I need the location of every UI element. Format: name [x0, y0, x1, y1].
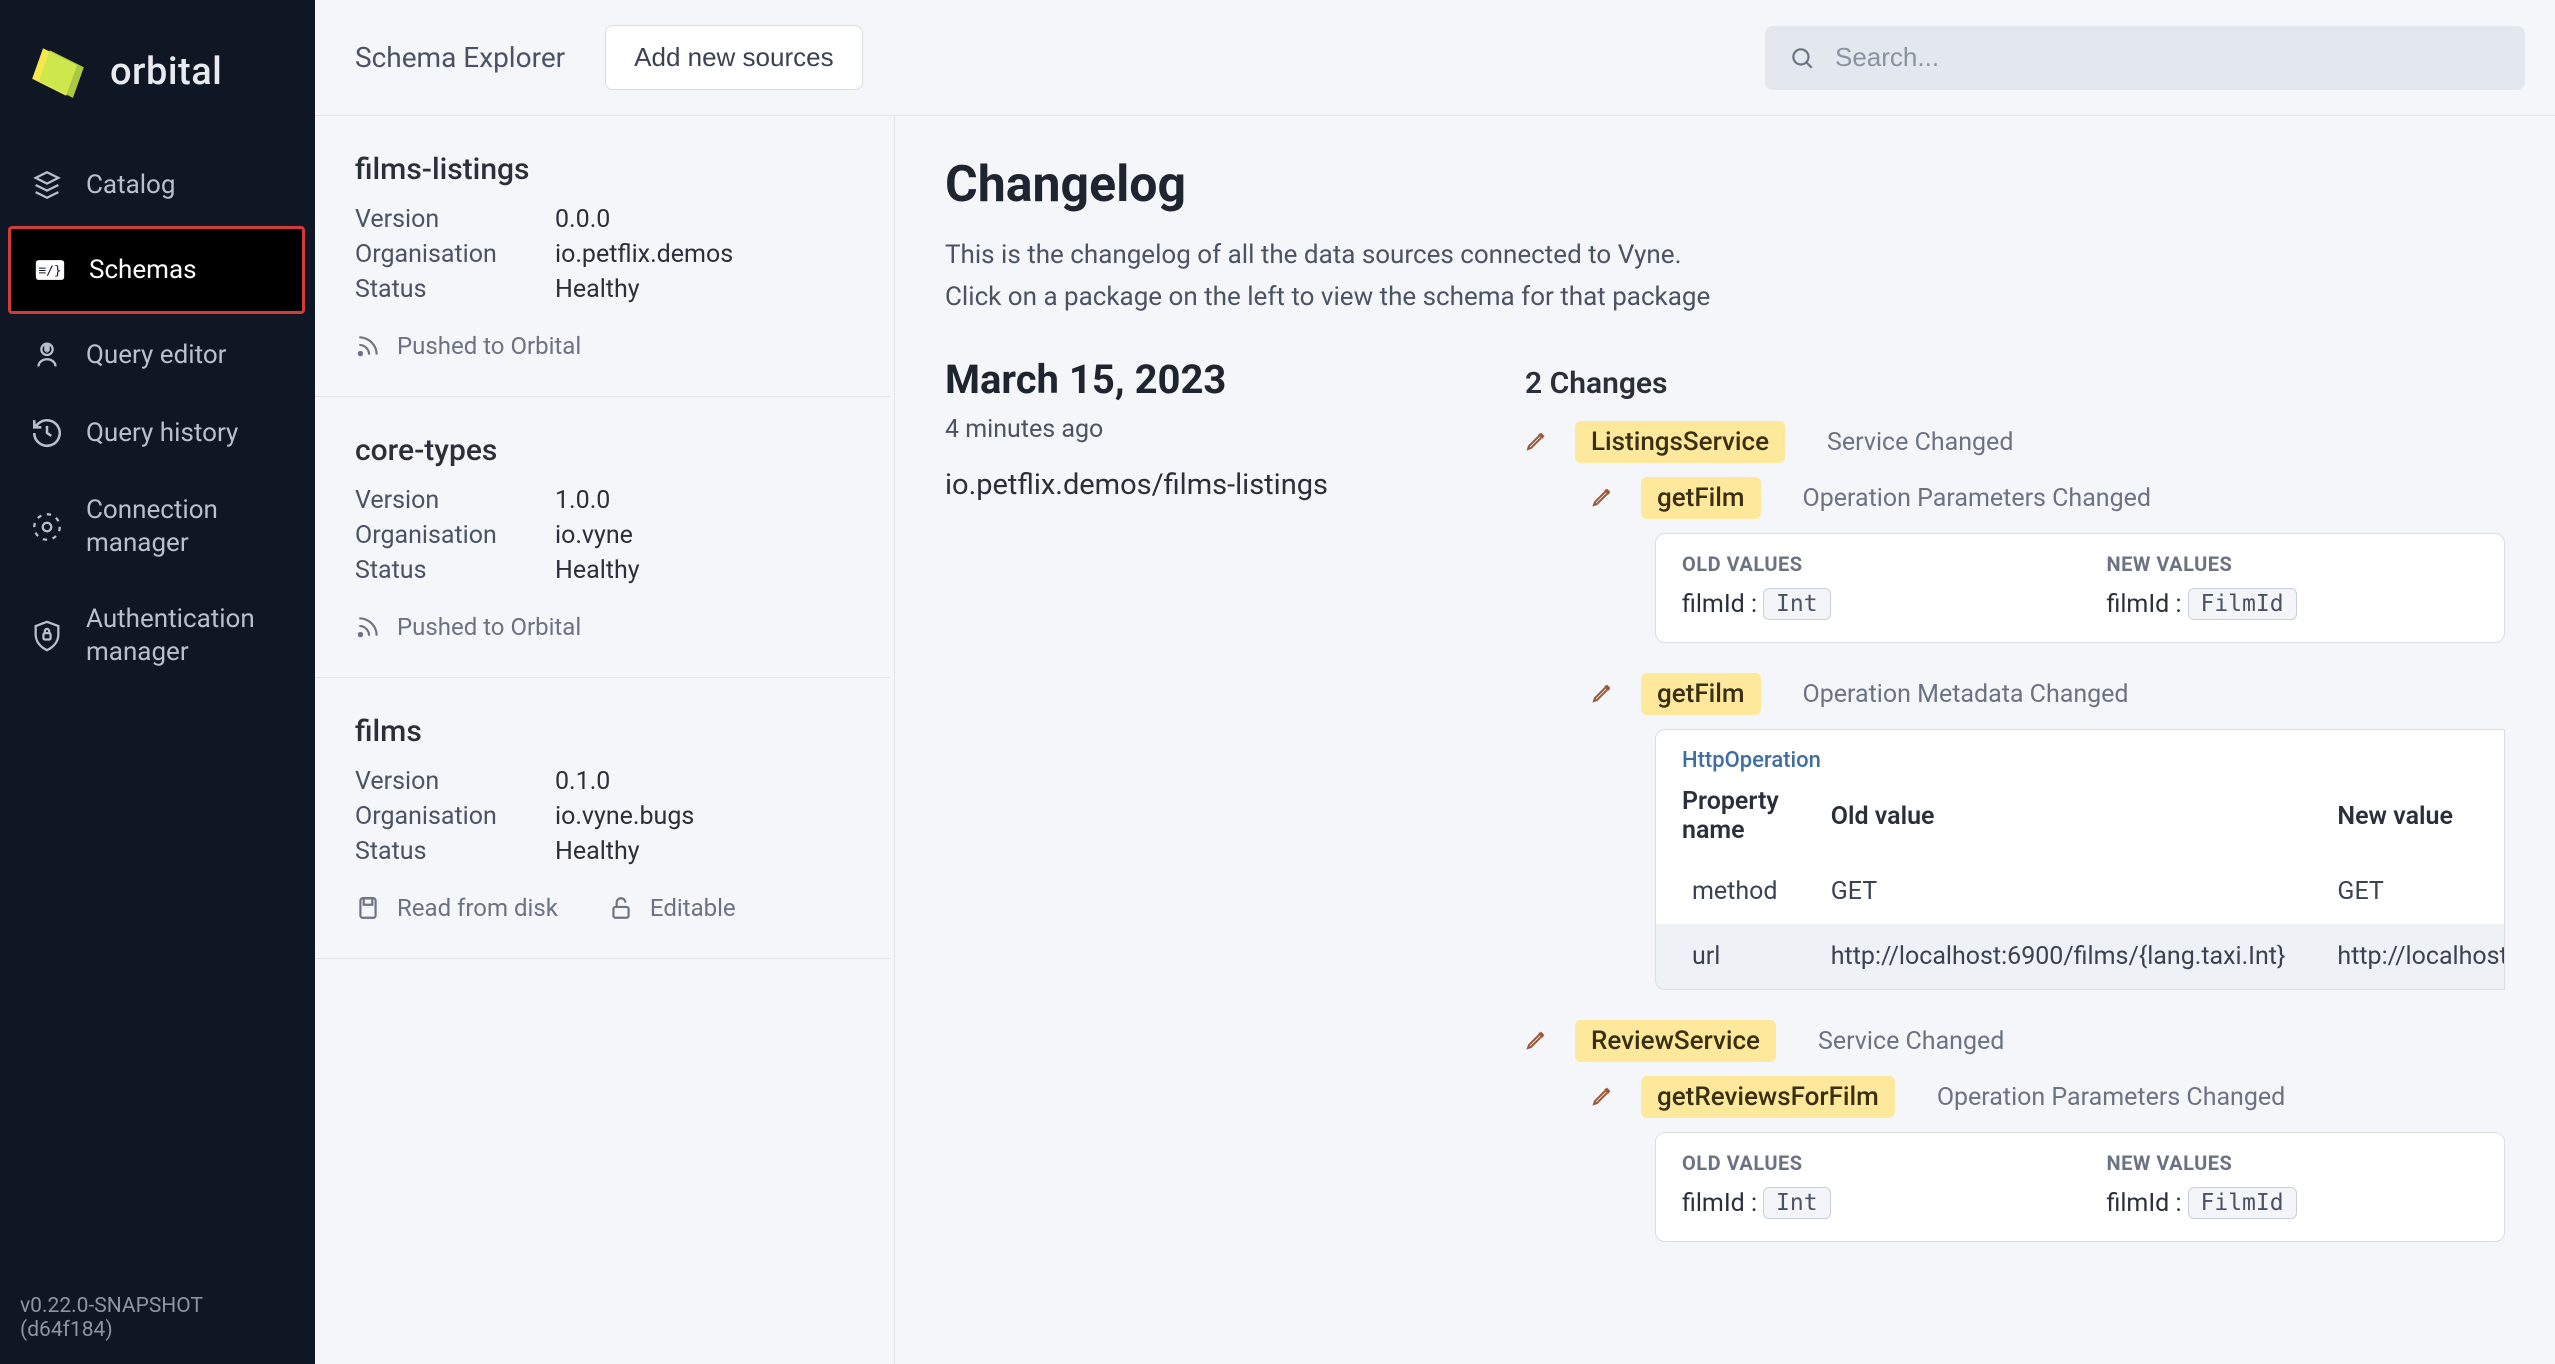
rss-icon [355, 333, 381, 359]
change-desc: Operation Metadata Changed [1803, 680, 2129, 709]
changes-count: 2 Changes [1525, 366, 1667, 401]
change-item: getFilm Operation Parameters Changed [1591, 477, 2505, 519]
change-item: ReviewService Service Changed [1525, 1020, 2505, 1062]
change-item: getReviewsForFilm Operation Parameters C… [1591, 1076, 2505, 1118]
rss-icon [355, 614, 381, 640]
change-list: ListingsService Service Changed getFilm … [1525, 415, 2505, 1272]
add-new-sources-button[interactable]: Add new sources [605, 25, 862, 90]
nav-label: Query editor [86, 340, 226, 370]
changelog-ago: 4 minutes ago [945, 415, 1525, 444]
service-tag: ReviewService [1575, 1020, 1776, 1062]
sidebar-version: v0.22.0-SNAPSHOT (d64f184) [0, 1278, 315, 1350]
svg-text:≡/}: ≡/} [38, 263, 61, 278]
brand-name: orbital [110, 50, 222, 94]
operation-tag: getReviewsForFilm [1641, 1076, 1895, 1118]
search-box[interactable] [1765, 26, 2525, 90]
query-editor-icon: ? [30, 338, 64, 372]
shield-lock-icon [30, 619, 64, 653]
nav-label: Authentication manager [86, 603, 285, 668]
changelog-lead: This is the changelog of all the data so… [945, 240, 2505, 270]
package-card[interactable]: films Version0.1.0 Organisationio.vyne.b… [315, 678, 890, 959]
nav-label: Connection manager [86, 494, 266, 559]
nav-label: Query history [86, 418, 238, 448]
sidebar: orbital Catalog ≡/} Schemas ? Query edit… [0, 0, 315, 1364]
table-row: method GET GET [1656, 859, 2505, 924]
schemas-icon: ≡/} [33, 253, 67, 287]
sidebar-item-auth-manager[interactable]: Authentication manager [0, 581, 315, 690]
package-name: films [355, 714, 850, 749]
package-list[interactable]: films-listings Version0.0.0 Organisation… [315, 116, 895, 1364]
change-desc: Service Changed [1818, 1027, 2004, 1056]
nav-label: Catalog [86, 170, 175, 200]
pencil-icon [1525, 428, 1553, 456]
connection-icon [30, 510, 64, 544]
disk-icon [355, 895, 381, 921]
package-source: Pushed to Orbital [355, 613, 581, 641]
page-title: Schema Explorer [355, 41, 565, 74]
main: Schema Explorer Add new sources films-li… [315, 0, 2555, 1364]
pencil-icon [1591, 484, 1619, 512]
change-desc: Service Changed [1827, 428, 2013, 457]
svg-text:?: ? [45, 344, 49, 354]
package-card[interactable]: core-types Version1.0.0 Organisationio.v… [315, 397, 890, 678]
operation-tag: getFilm [1641, 673, 1761, 715]
sidebar-item-schemas[interactable]: ≡/} Schemas [8, 226, 305, 314]
nav-label: Schemas [89, 255, 197, 285]
diff-box: OLD VALUES filmId : Int NEW VALUES filmI… [1655, 533, 2505, 643]
changelog-package-path: io.petflix.demos/films-listings [945, 468, 1525, 502]
change-desc: Operation Parameters Changed [1803, 484, 2151, 513]
sidebar-item-connection-manager[interactable]: Connection manager [0, 472, 315, 581]
brand: orbital [0, 18, 315, 146]
sidebar-item-query-history[interactable]: Query history [0, 394, 315, 472]
changelog-date: March 15, 2023 [945, 356, 1525, 403]
changelog-panel: Changelog This is the changelog of all t… [895, 116, 2555, 1364]
topbar: Schema Explorer Add new sources [315, 0, 2555, 116]
op-table: Property name Old value New value method… [1656, 777, 2505, 989]
pencil-icon [1525, 1027, 1553, 1055]
catalog-icon [30, 168, 64, 202]
pencil-icon [1591, 1083, 1619, 1111]
change-item: getFilm Operation Metadata Changed [1591, 673, 2505, 715]
package-name: films-listings [355, 152, 850, 187]
sidebar-item-catalog[interactable]: Catalog [0, 146, 315, 224]
changelog-lead: Click on a package on the left to view t… [945, 282, 2505, 312]
op-title: HttpOperation [1656, 730, 2504, 777]
service-tag: ListingsService [1575, 421, 1785, 463]
sidebar-item-query-editor[interactable]: ? Query editor [0, 316, 315, 394]
package-editable: Editable [608, 894, 736, 922]
operation-tag: getFilm [1641, 477, 1761, 519]
package-source: Pushed to Orbital [355, 332, 581, 360]
package-card[interactable]: films-listings Version0.0.0 Organisation… [315, 116, 890, 397]
package-name: core-types [355, 433, 850, 468]
pencil-icon [1591, 680, 1619, 708]
table-row: url http://localhost:6900/films/{lang.ta… [1656, 924, 2505, 989]
brand-logo-icon [24, 38, 92, 106]
search-icon [1789, 45, 1815, 71]
sidebar-nav: Catalog ≡/} Schemas ? Query editor Query… [0, 146, 315, 1278]
op-metadata-box: HttpOperation Property name Old value Ne… [1655, 729, 2505, 990]
change-desc: Operation Parameters Changed [1937, 1083, 2285, 1112]
diff-box: OLD VALUES filmId : Int NEW VALUES filmI… [1655, 1132, 2505, 1242]
history-icon [30, 416, 64, 450]
unlock-icon [608, 895, 634, 921]
search-input[interactable] [1835, 42, 2501, 73]
package-source: Read from disk [355, 894, 558, 922]
change-item: ListingsService Service Changed [1525, 421, 2505, 463]
changelog-title: Changelog [945, 156, 2505, 214]
